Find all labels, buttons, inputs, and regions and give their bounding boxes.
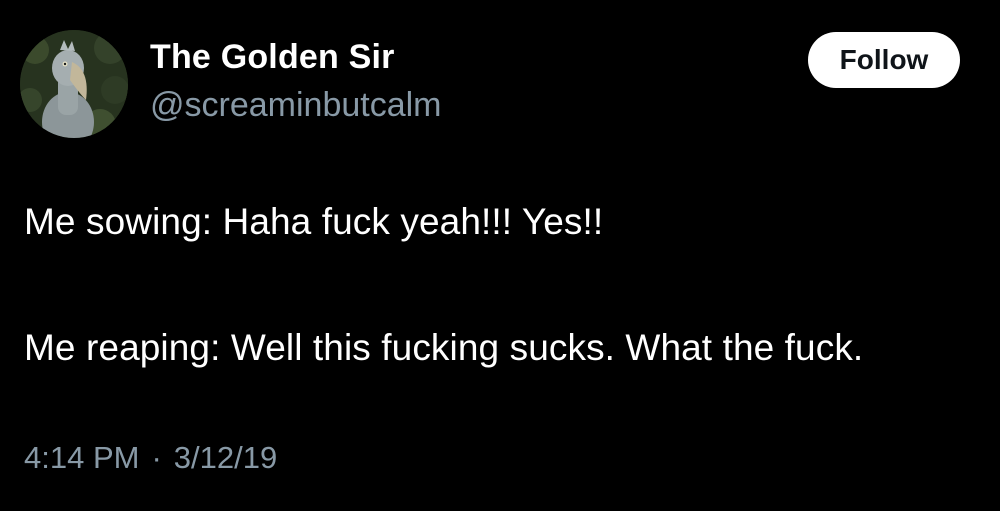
tweet-text-line: Me reaping: Well this fucking sucks. Wha… (24, 327, 864, 368)
avatar[interactable] (20, 30, 128, 138)
tweet-date: 3/12/19 (173, 440, 278, 475)
tweet-card: The Golden Sir @screaminbutcalm Follow M… (0, 0, 1000, 511)
tweet-timestamp[interactable]: 4:14 PM · 3/12/19 (24, 440, 277, 476)
tweet-time: 4:14 PM (24, 440, 140, 475)
follow-button[interactable]: Follow (808, 32, 960, 88)
display-name[interactable]: The Golden Sir (150, 38, 395, 77)
user-handle[interactable]: @screaminbutcalm (150, 86, 442, 125)
shoebill-bird-avatar-icon (20, 30, 128, 138)
meta-separator: · (151, 440, 162, 475)
tweet-text-line: Me sowing: Haha fuck yeah!!! Yes!! (24, 201, 604, 242)
